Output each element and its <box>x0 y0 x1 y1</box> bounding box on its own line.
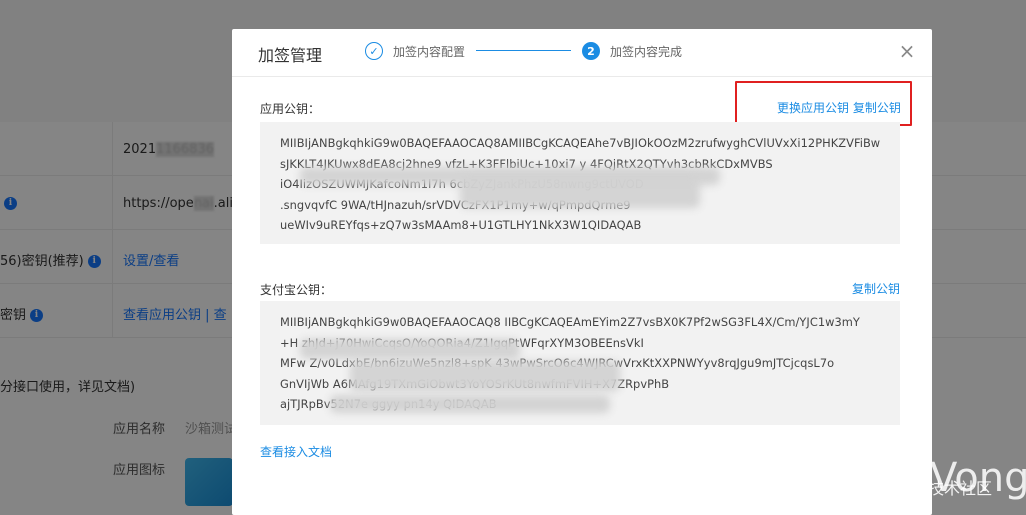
sign-management-dialog: 加签管理 ✓ 加签内容配置 2 加签内容完成 × 应用公钥： 更换应用公钥 复制… <box>232 29 932 515</box>
close-icon[interactable]: × <box>897 41 917 61</box>
redaction-blur <box>460 176 700 208</box>
check-icon: ✓ <box>365 42 383 60</box>
dialog-title: 加签管理 <box>258 46 323 65</box>
step-2-number: 2 <box>582 42 600 60</box>
copy-alipay-public-key-link[interactable]: 复制公钥 <box>852 282 900 296</box>
redaction-blur <box>330 395 610 413</box>
alipay-public-key-box: MIIBIjANBgkqhkiG9w0BAQEFAAOCAQ8 IIBCgKCA… <box>260 301 900 425</box>
alipay-key-actions: 复制公钥 <box>852 280 900 297</box>
view-integration-docs-link[interactable]: 查看接入文档 <box>260 443 332 460</box>
step-2-label: 加签内容完成 <box>610 44 683 59</box>
redaction-blur <box>300 339 520 359</box>
step-connector <box>476 50 571 51</box>
step-1: ✓ 加签内容配置 <box>365 41 465 61</box>
highlight-box <box>735 81 912 126</box>
signature-watermark: Vong <box>930 455 1026 501</box>
app-public-key-label: 应用公钥： <box>260 102 321 116</box>
redaction-blur <box>350 361 620 391</box>
step-2: 2 加签内容完成 <box>582 41 682 61</box>
key-line: MIIBIjANBgkqhkiG9w0BAQEFAAOCAQ8AMIIBCgKC… <box>280 136 880 150</box>
key-line: ueWIv9uREYfqs+zQ7w3sMAAm8+U1GTLHY1NkX3W1… <box>280 218 642 232</box>
dialog-header: 加签管理 ✓ 加签内容配置 2 加签内容完成 × <box>232 29 932 77</box>
app-public-key-box: MIIBIjANBgkqhkiG9w0BAQEFAAOCAQ8AMIIBCgKC… <box>260 122 900 244</box>
key-line: MIIBIjANBgkqhkiG9w0BAQEFAAOCAQ8 IIBCgKCA… <box>280 315 860 329</box>
alipay-public-key-label: 支付宝公钥： <box>260 283 333 297</box>
step-1-label: 加签内容配置 <box>393 44 466 59</box>
